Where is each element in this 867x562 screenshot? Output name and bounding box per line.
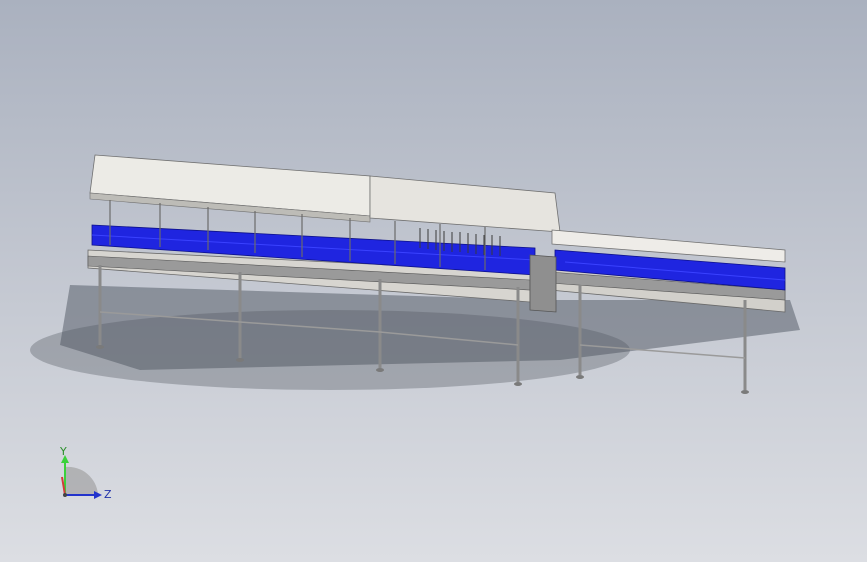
conveyor-model[interactable] bbox=[0, 0, 867, 562]
graphics-viewport[interactable]: Y Z bbox=[0, 0, 867, 562]
left-hood-cover bbox=[89, 154, 371, 223]
triad-origin bbox=[63, 493, 67, 497]
middle-hood-cover bbox=[369, 175, 561, 233]
right-leg-feet bbox=[576, 375, 749, 394]
axis-triad: Y Z bbox=[50, 445, 120, 515]
z-axis-label: Z bbox=[104, 488, 112, 501]
triad-plane-shading bbox=[65, 466, 98, 495]
y-axis-label: Y bbox=[60, 445, 67, 458]
z-axis-arrow bbox=[94, 491, 102, 499]
control-box bbox=[529, 254, 557, 313]
